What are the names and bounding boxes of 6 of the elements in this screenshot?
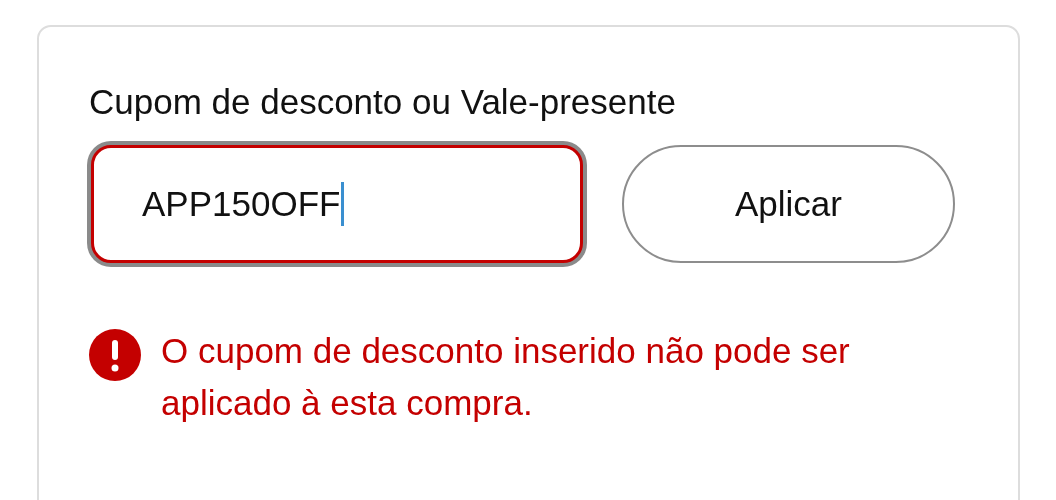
apply-button[interactable]: Aplicar	[622, 145, 955, 263]
coupon-input[interactable]: APP150OFF	[91, 145, 583, 263]
text-cursor	[341, 182, 345, 226]
field-label: Cupom de desconto ou Vale-presente	[89, 81, 676, 123]
error-icon	[89, 329, 141, 381]
error-message: O cupom de desconto inserido não pode ser aplicado à esta compra.	[161, 330, 851, 424]
